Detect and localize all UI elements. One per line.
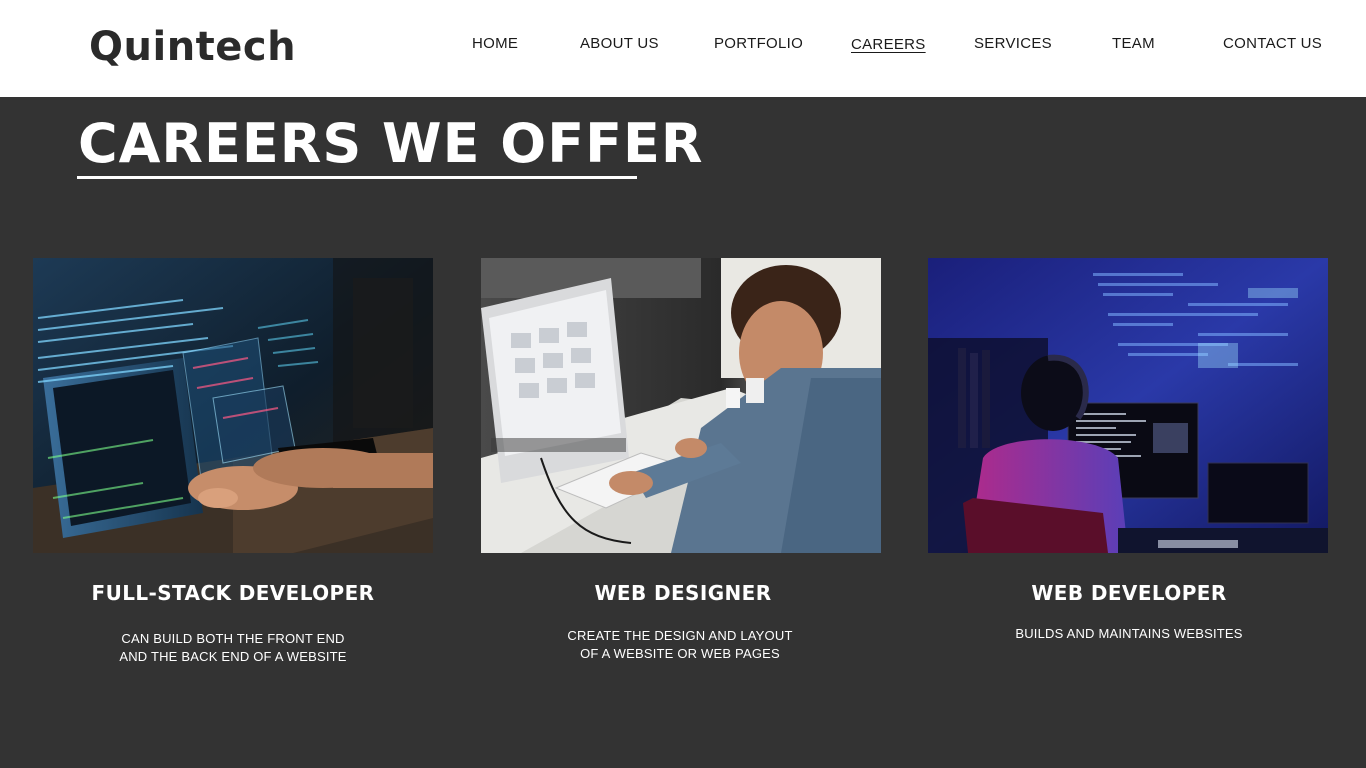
nav-team[interactable]: TEAM <box>1112 35 1155 53</box>
nav-services[interactable]: SERVICES <box>974 35 1052 53</box>
card-title-web-developer: WEB DEVELOPER <box>1031 581 1227 605</box>
nav-careers[interactable]: CAREERS <box>851 36 926 54</box>
card-description-web-designer: CREATE THE DESIGN AND LAYOUT OF A WEBSIT… <box>460 627 900 663</box>
card-title-web-designer: WEB DESIGNER <box>594 581 772 605</box>
card-description-web-developer: BUILDS AND MAINTAINS WEBSITES <box>909 625 1349 643</box>
site-header: Quintech HOME ABOUT US PORTFOLIO CAREERS… <box>0 0 1366 97</box>
nav-home[interactable]: HOME <box>472 35 518 53</box>
card-title-full-stack-developer: FULL-STACK DEVELOPER <box>91 581 375 605</box>
description-line: BUILDS AND MAINTAINS WEBSITES <box>1015 626 1243 641</box>
description-line: AND THE BACK END OF A WEBSITE <box>119 649 347 664</box>
logo[interactable]: Quintech <box>89 20 296 74</box>
description-line: CAN BUILD BOTH THE FRONT END <box>121 631 345 646</box>
card-description-full-stack-developer: CAN BUILD BOTH THE FRONT END AND THE BAC… <box>13 630 453 666</box>
developer-typing-code-photo <box>33 258 433 553</box>
designer-at-desktop-photo <box>481 258 881 553</box>
description-line: OF A WEBSITE OR WEB PAGES <box>580 646 780 661</box>
description-line: CREATE THE DESIGN AND LAYOUT <box>567 628 793 643</box>
nav-contact-us[interactable]: CONTACT US <box>1223 35 1322 53</box>
nav-portfolio[interactable]: PORTFOLIO <box>714 35 803 53</box>
nav-about-us[interactable]: ABOUT US <box>580 35 659 53</box>
page-title: CAREERS WE OFFER <box>78 112 704 175</box>
developer-dark-room-photo <box>928 258 1328 553</box>
title-underline <box>77 176 637 179</box>
